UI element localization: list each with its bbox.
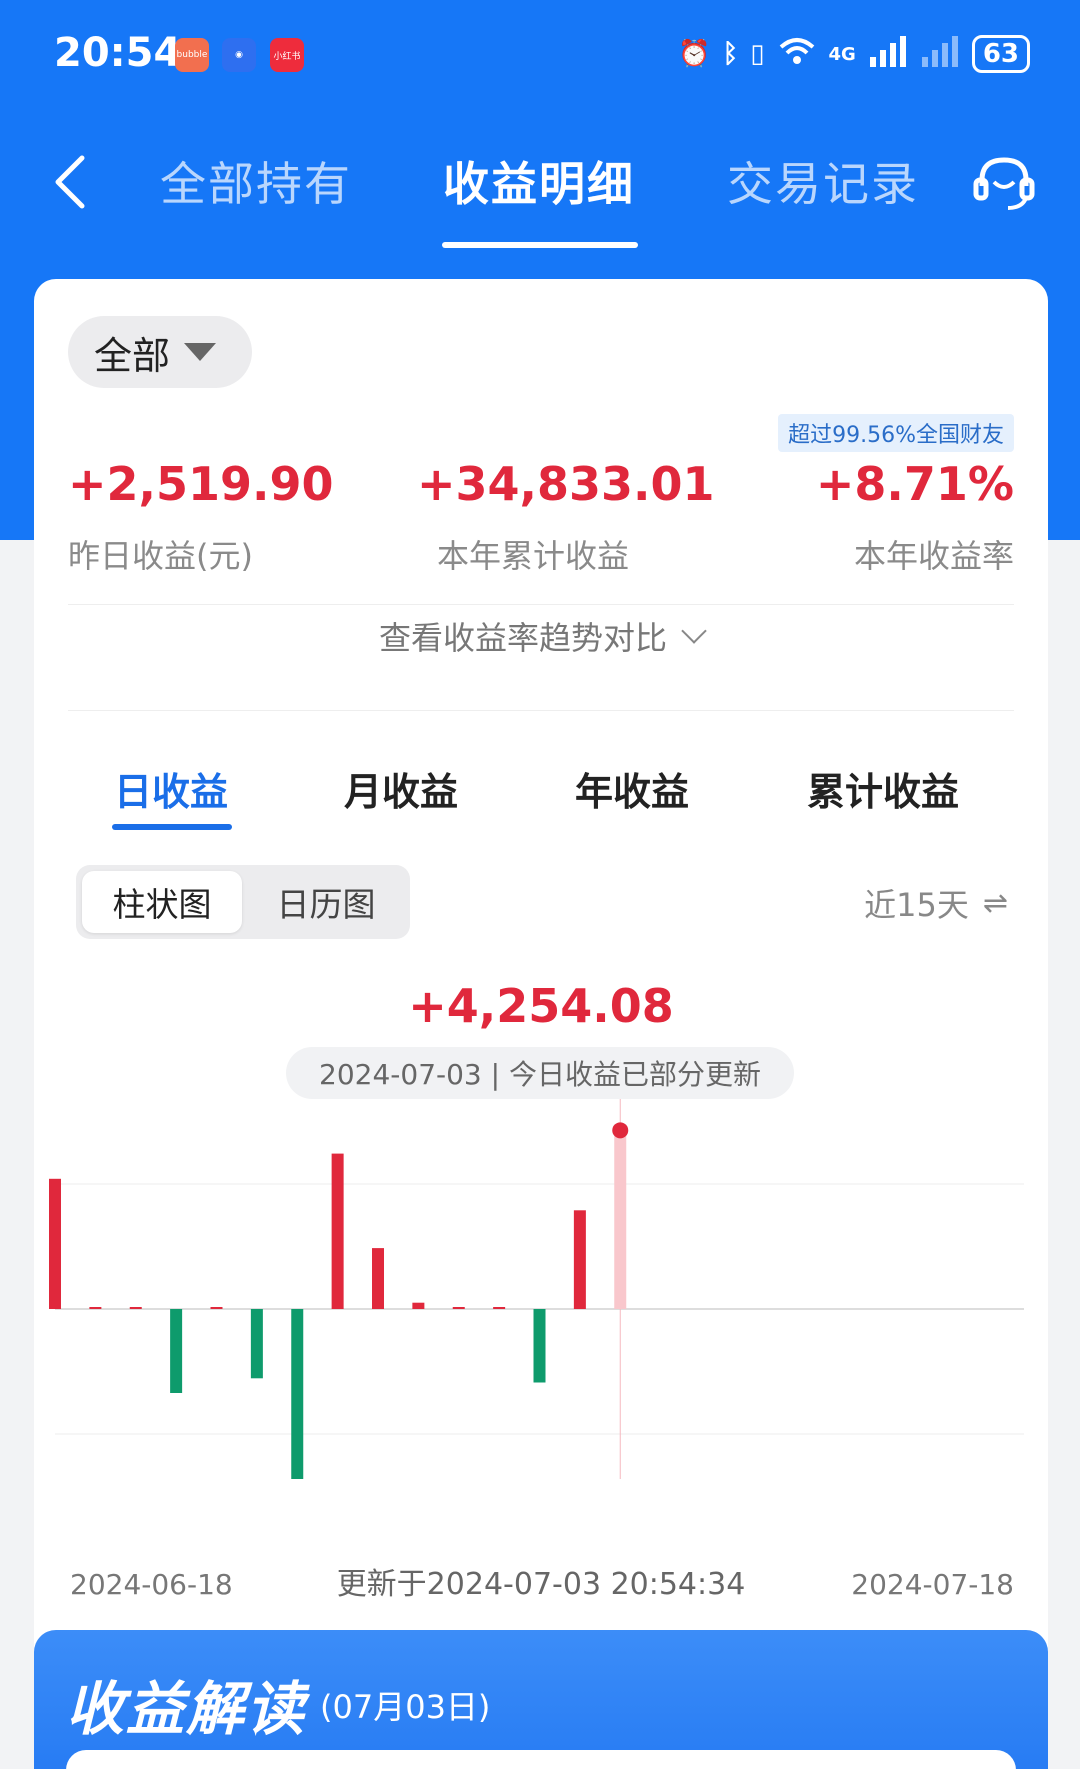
status-bar: 20:54 bubble ◉ 小红书 ⏰ ᛒ ▯ 4G 63 bbox=[0, 0, 1080, 110]
tab-transaction-records[interactable]: 交易记录 bbox=[727, 148, 919, 214]
signal-icon bbox=[868, 35, 908, 74]
alarm-icon: ⏰ bbox=[678, 39, 711, 69]
network-label: 4G bbox=[828, 43, 856, 65]
ytd-return-label: 本年收益率 bbox=[853, 537, 1014, 575]
insight-content-card bbox=[66, 1750, 1016, 1769]
active-tab-indicator bbox=[442, 242, 638, 248]
bar[interactable] bbox=[573, 1210, 586, 1309]
wifi-icon bbox=[777, 35, 817, 74]
daily-income-bar-chart[interactable] bbox=[34, 1099, 1048, 1479]
bar[interactable] bbox=[331, 1153, 344, 1309]
active-period-indicator bbox=[112, 824, 232, 830]
holding-filter-dropdown[interactable]: 全部 bbox=[68, 316, 252, 388]
battery-indicator: 63 bbox=[971, 35, 1030, 73]
xiaohongshu-app-icon: 小红书 bbox=[270, 38, 304, 72]
selected-day-tooltip: 2024-07-03 | 今日收益已部分更新 bbox=[286, 1047, 794, 1099]
chevron-left-icon bbox=[55, 155, 85, 209]
tab-daily-income[interactable]: 日收益 bbox=[114, 761, 228, 816]
top-nav: 全部持有 收益明细 交易记录 bbox=[0, 120, 1080, 250]
bar[interactable] bbox=[372, 1248, 384, 1309]
yesterday-income-label: 昨日收益(元) bbox=[68, 537, 253, 575]
bar[interactable] bbox=[412, 1302, 425, 1309]
headset-icon bbox=[973, 157, 1035, 210]
selected-point bbox=[612, 1122, 629, 1139]
tab-cumulative-income[interactable]: 累计收益 bbox=[807, 761, 959, 816]
app-icon: ◉ bbox=[222, 38, 256, 72]
bluetooth-icon: ᛒ bbox=[722, 39, 739, 69]
income-card: 全部 超过99.56%全国财友 +2,519.90 昨日收益(元) +34,83… bbox=[34, 279, 1048, 1719]
insight-date: (07月03日) bbox=[320, 1688, 491, 1726]
divider bbox=[68, 710, 1014, 711]
vibrate-icon: ▯ bbox=[750, 39, 765, 69]
bar[interactable] bbox=[493, 1307, 506, 1309]
status-time: 20:54 bbox=[54, 30, 182, 76]
signal-2-icon bbox=[920, 35, 960, 74]
bubble-app-icon: bubble bbox=[175, 38, 209, 72]
ytd-income-value: +34,833.01 bbox=[417, 457, 715, 511]
ytd-income-label: 本年累计收益 bbox=[437, 537, 630, 575]
bar[interactable] bbox=[89, 1307, 102, 1309]
view-toggle: 柱状图 日历图 bbox=[76, 865, 410, 939]
bar[interactable] bbox=[250, 1309, 263, 1379]
bar[interactable] bbox=[291, 1309, 304, 1479]
bar[interactable] bbox=[210, 1307, 223, 1309]
rank-badge: 超过99.56%全国财友 bbox=[778, 414, 1014, 452]
tab-income-details[interactable]: 收益明细 bbox=[443, 148, 635, 214]
tab-yearly-income[interactable]: 年收益 bbox=[575, 761, 689, 816]
calendar-view-button[interactable]: 日历图 bbox=[246, 871, 406, 933]
tab-monthly-income[interactable]: 月收益 bbox=[344, 761, 458, 816]
bar[interactable] bbox=[129, 1307, 142, 1309]
range-selector[interactable]: 近15天 ⇌ bbox=[864, 880, 1008, 926]
chevron-down-icon bbox=[681, 618, 707, 644]
range-label: 近15天 bbox=[864, 886, 969, 924]
filter-label: 全部 bbox=[94, 333, 171, 378]
bar-view-button[interactable]: 柱状图 bbox=[82, 871, 242, 933]
trend-compare-label: 查看收益率趋势对比 bbox=[378, 619, 667, 657]
tab-all-holdings[interactable]: 全部持有 bbox=[160, 148, 352, 214]
bar[interactable] bbox=[452, 1307, 465, 1309]
bar[interactable] bbox=[49, 1178, 61, 1309]
bar[interactable] bbox=[170, 1309, 183, 1393]
ytd-return-value: +8.71% bbox=[815, 457, 1014, 511]
bar[interactable] bbox=[533, 1309, 546, 1383]
selected-day-income: +4,254.08 bbox=[408, 979, 674, 1033]
status-indicators: ⏰ ᛒ ▯ 4G 63 bbox=[678, 32, 1030, 76]
income-insight-panel: 收益解读 (07月03日) bbox=[34, 1630, 1048, 1769]
caret-down-icon bbox=[184, 343, 217, 361]
customer-service-button[interactable] bbox=[964, 142, 1044, 222]
swap-icon: ⇌ bbox=[982, 885, 1008, 921]
x-axis-end-label: 2024-07-18 bbox=[851, 1568, 1014, 1601]
bar[interactable] bbox=[614, 1130, 627, 1309]
trend-compare-link[interactable]: 查看收益率趋势对比 bbox=[34, 601, 1048, 671]
insight-title: 收益解读 bbox=[66, 1675, 307, 1743]
back-button[interactable] bbox=[30, 142, 110, 222]
yesterday-income-value: +2,519.90 bbox=[68, 457, 334, 511]
